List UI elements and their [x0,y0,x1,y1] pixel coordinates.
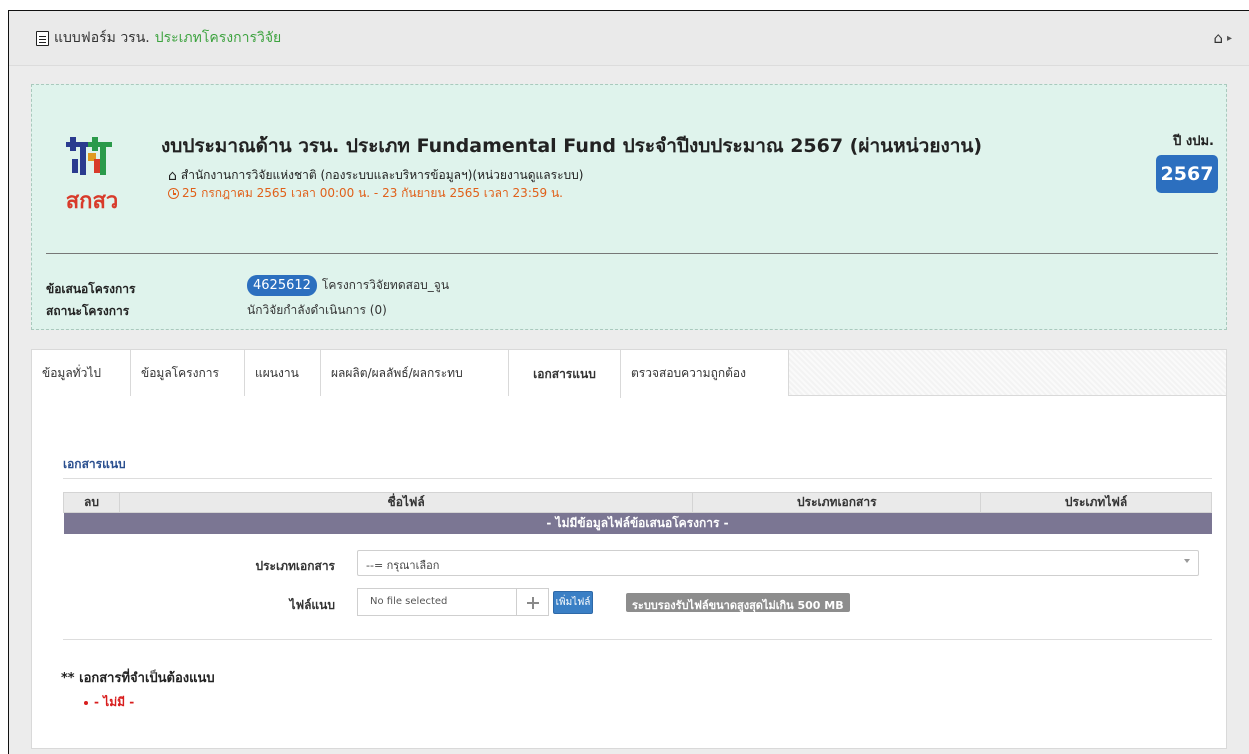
org-name: สำนักงานการวิจัยแห่งชาติ (กองระบบและบริห… [180,168,584,182]
page-header: แบบฟอร์ม วรน. ประเภทโครงการวิจัย ⌂ ▸ [9,11,1249,66]
proposal-label: ข้อเสนอโครงการ [46,282,136,296]
tab-project-info[interactable]: ข้อมูลโครงการ [131,350,245,396]
attachments-table: ลบ ชื่อไฟล์ ประเภทเอกสาร ประเภทไฟล์ - ไม… [63,492,1212,534]
required-docs-title: ** เอกสารที่จำเป็นต้องแนบ [61,671,215,686]
tab-general[interactable]: ข้อมูลทั่วไป [32,350,131,396]
org-line: ⌂ สำนักงานการวิจัยแห่งชาติ (กองระบบและบร… [168,166,583,185]
col-doc-type: ประเภทเอกสาร [692,492,982,513]
clock-icon [168,188,179,199]
chevron-down-icon [1184,559,1190,563]
status-value: นักวิจัยกำลังดำเนินการ (0) [247,303,387,317]
tsri-logo: สกสว [60,135,120,214]
date-range-line: 25 กรกฎาคม 2565 เวลา 00:00 น. - 23 กันยา… [168,184,563,203]
fiscal-year-label: ปี งปม. [1173,134,1214,149]
file-input[interactable]: No file selected [357,588,517,616]
table-header-row: ลบ ชื่อไฟล์ ประเภทเอกสาร ประเภทไฟล์ [63,492,1212,513]
doc-type-label: ประเภทเอกสาร [255,559,335,573]
logo-mark [66,137,112,175]
tab-area: ข้อมูลทั่วไป ข้อมูลโครงการ แผนงาน ผลผลิต… [31,349,1227,749]
page-title-accent: ประเภทโครงการวิจัย [154,30,282,46]
home-link[interactable]: ⌂ ▸ [1213,29,1232,47]
proposal-value: 4625612 โครงการวิจัยทดสอบ_จูน [247,275,449,296]
main-frame: แบบฟอร์ม วรน. ประเภทโครงการวิจัย ⌂ ▸ สกส… [8,10,1249,754]
logo-text: สกสว [65,189,119,214]
home-outline-icon: ⌂ [168,167,177,184]
form-divider [63,639,1212,640]
attachments-section-title: เอกสารแนบ [63,457,126,471]
tab-outputs[interactable]: ผลผลิต/ผลลัพธ์/ผลกระทบ [321,350,509,396]
project-info-panel: สกสว งบประมาณด้าน วรน. ประเภท Fundamenta… [31,84,1227,330]
file-text-icon [36,30,49,46]
proposal-name: โครงการวิจัยทดสอบ_จูน [321,278,450,292]
home-icon: ⌂ [1213,29,1223,47]
panel-divider [46,253,1218,254]
page-title-prefix: แบบฟอร์ม วรน. [54,30,150,46]
col-delete: ลบ [63,492,120,513]
empty-message: - ไม่มีข้อมูลไฟล์ข้อเสนอโครงการ - [63,512,1212,534]
bullet-icon [84,700,88,705]
col-file-name: ชื่อไฟล์ [118,492,694,513]
status-label: สถานะโครงการ [46,304,130,318]
plus-icon[interactable] [517,588,549,616]
add-file-button[interactable]: เพิ่มไฟล์ [553,591,593,614]
tab-validate[interactable]: ตรวจสอบความถูกต้อง [621,350,789,396]
tab-bar: ข้อมูลทั่วไป ข้อมูลโครงการ แผนงาน ผลผลิต… [32,350,1226,398]
file-size-limit-note: ระบบรองรับไฟล์ขนาดสูงสุดไม่เกิน 500 MB [626,593,850,612]
date-range: 25 กรกฎาคม 2565 เวลา 00:00 น. - 23 กันยา… [182,186,563,200]
list-item: - ไม่มี - [84,693,134,712]
proposal-id-badge: 4625612 [247,275,317,296]
page-title: แบบฟอร์ม วรน. ประเภทโครงการวิจัย [36,27,281,49]
doc-type-select[interactable]: --= กรุณาเลือก [357,550,1199,576]
col-file-type: ประเภทไฟล์ [980,492,1212,513]
fiscal-year-badge: 2567 [1156,155,1218,193]
tab-plan[interactable]: แผนงาน [245,350,321,396]
doc-type-selected: --= กรุณาเลือก [366,559,440,572]
chevron-right-icon: ▸ [1226,32,1232,44]
table-row: - ไม่มีข้อมูลไฟล์ข้อเสนอโครงการ - [63,512,1212,534]
section-divider [63,478,1212,479]
tab-attachments[interactable]: เอกสารแนบ [509,350,621,398]
file-label: ไฟล์แนบ [289,598,335,612]
project-title: งบประมาณด้าน วรน. ประเภท Fundamental Fun… [161,135,983,157]
required-item-text: - ไม่มี - [94,695,135,709]
